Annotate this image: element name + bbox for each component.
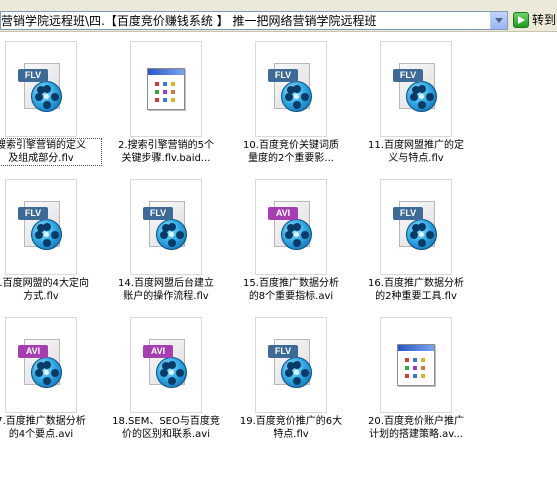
file-type-badge: FLV	[268, 69, 298, 82]
address-path: 营销学院远程班\四.【百度竞价赚钱系统 】 推一把网络营销学院远程班	[1, 14, 377, 28]
file-type-badge: AVI	[143, 345, 173, 358]
file-name-label[interactable]: 搜索引擎营销的定义 及组成部分.flv	[0, 138, 102, 166]
flv-video-file-icon: FLV	[143, 201, 189, 251]
flv-video-file-icon: FLV	[18, 201, 64, 251]
flv-video-file-icon: FLV	[393, 63, 439, 113]
file-type-badge: AVI	[18, 345, 48, 358]
file-name-line-2: 方式.flv	[23, 291, 59, 302]
file-thumbnail[interactable]: FLV	[5, 179, 77, 275]
file-name-line-2: 的8个重要指标.avi	[248, 291, 334, 302]
file-name-line-1: 7.百度推广数据分析	[0, 416, 86, 427]
file-name-line-2: 及组成部分.flv	[8, 153, 74, 164]
file-name-label[interactable]: 20.百度竞价账户推广 计划的搭建策略.av...	[356, 415, 476, 441]
file-name-line-2: 义与特点.flv	[388, 153, 444, 164]
file-thumbnail[interactable]: AVI	[255, 179, 327, 275]
file-name-line-1: 14.百度网盟后台建立	[118, 278, 214, 289]
file-item[interactable]: FLV 11.百度网盟推广的定 义与特点.flv	[356, 41, 481, 166]
file-name-line-2: 的4个要点.avi	[8, 429, 74, 440]
file-thumbnail[interactable]: FLV	[255, 41, 327, 137]
file-name-line-1: 18.SEM、SEO与百度竞	[112, 416, 220, 427]
file-name-line-1: 11.百度网盟推广的定	[368, 140, 464, 151]
file-type-badge: FLV	[268, 345, 298, 358]
go-button[interactable]: 转到	[511, 11, 557, 30]
file-name-label[interactable]: 3.百度网盟的4大定向方式.flv	[0, 277, 101, 303]
file-name-label[interactable]: 15.百度推广数据分析 的8个重要指标.avi	[231, 277, 351, 303]
file-name-line-2: 关键步骤.flv.baid...	[121, 153, 211, 164]
generic-file-icon	[393, 344, 439, 388]
flv-video-file-icon: FLV	[18, 63, 64, 113]
file-item[interactable]: AVI 7.百度推广数据分析 的4个要点.avi	[0, 317, 106, 442]
file-thumbnail[interactable]: FLV	[380, 41, 452, 137]
file-name-line-1: 10.百度竞价关键词质	[243, 140, 339, 151]
file-name-label[interactable]: 16.百度推广数据分析 的2种重要工具.flv	[356, 277, 476, 303]
file-name-line-1: 19.百度竞价推广的6大	[239, 416, 343, 427]
file-name-line-2: 价的区别和联系.avi	[121, 429, 210, 440]
file-item[interactable]: AVI 18.SEM、SEO与百度竞 价的区别和联系.avi	[106, 317, 231, 442]
file-name-line-2: 计划的搭建策略.av...	[369, 429, 463, 440]
file-thumbnail[interactable]: AVI	[5, 317, 77, 413]
file-name-line-1: 20.百度竞价账户推广	[368, 416, 464, 427]
file-name-label[interactable]: 18.SEM、SEO与百度竞 价的区别和联系.avi	[106, 415, 226, 441]
file-name-label[interactable]: 19.百度竞价推广的6大 特点.flv	[231, 415, 351, 441]
file-item[interactable]: FLV 3.百度网盟的4大定向方式.flv	[0, 179, 106, 304]
flv-video-file-icon: FLV	[268, 63, 314, 113]
file-type-badge: FLV	[393, 69, 423, 82]
file-name-line-2: 特点.flv	[273, 429, 309, 440]
file-thumbnail[interactable]: FLV	[380, 179, 452, 275]
go-arrow-icon	[513, 12, 529, 28]
file-type-badge: FLV	[18, 207, 48, 220]
file-name-label[interactable]: 7.百度推广数据分析 的4个要点.avi	[0, 415, 101, 441]
file-item[interactable]: AVI 15.百度推广数据分析 的8个重要指标.avi	[231, 179, 356, 304]
file-name-line-1: 16.百度推广数据分析	[368, 278, 464, 289]
file-name-line-1: 3.百度网盟的4大定向	[0, 278, 89, 289]
file-type-badge: FLV	[143, 207, 173, 220]
file-item[interactable]: FLV 19.百度竞价推广的6大 特点.flv	[231, 317, 356, 442]
file-name-line-2: 的2种重要工具.flv	[375, 291, 457, 302]
file-item[interactable]: FLV 16.百度推广数据分析 的2种重要工具.flv	[356, 179, 481, 304]
file-item[interactable]: 2.搜索引擎营销的5个 关键步骤.flv.baid...	[106, 41, 231, 166]
file-name-label[interactable]: 10.百度竞价关键词质 量度的2个重要影...	[231, 139, 351, 165]
file-thumbnail[interactable]	[130, 41, 202, 137]
file-thumbnail[interactable]: FLV	[130, 179, 202, 275]
address-field[interactable]: 营销学院远程班\四.【百度竞价赚钱系统 】 推一把网络营销学院远程班	[0, 11, 508, 30]
file-item[interactable]: FLV 搜索引擎营销的定义 及组成部分.flv	[0, 41, 106, 166]
file-name-line-2: 量度的2个重要影...	[248, 153, 334, 164]
file-thumbnail[interactable]: AVI	[130, 317, 202, 413]
file-item[interactable]: FLV 10.百度竞价关键词质 量度的2个重要影...	[231, 41, 356, 166]
go-label: 转到	[532, 13, 557, 27]
file-name-label[interactable]: 11.百度网盟推广的定 义与特点.flv	[356, 139, 476, 165]
chevron-down-icon[interactable]	[490, 12, 507, 29]
file-item[interactable]: 20.百度竞价账户推广 计划的搭建策略.av...	[356, 317, 481, 442]
file-name-label[interactable]: 2.搜索引擎营销的5个 关键步骤.flv.baid...	[106, 139, 226, 165]
file-name-line-2: 账户的操作流程.flv	[123, 291, 209, 302]
address-bar-row: 营销学院远程班\四.【百度竞价赚钱系统 】 推一把网络营销学院远程班 转到	[0, 0, 557, 32]
file-type-badge: FLV	[393, 207, 423, 220]
flv-video-file-icon: FLV	[393, 201, 439, 251]
flv-video-file-icon: FLV	[268, 339, 314, 389]
file-name-line-1: 搜索引擎营销的定义	[0, 140, 86, 151]
file-name-label[interactable]: 14.百度网盟后台建立 账户的操作流程.flv	[106, 277, 226, 303]
file-type-badge: AVI	[268, 207, 298, 220]
avi-video-file-icon: AVI	[143, 339, 189, 389]
file-item[interactable]: FLV 14.百度网盟后台建立 账户的操作流程.flv	[106, 179, 231, 304]
file-name-line-1: 15.百度推广数据分析	[243, 278, 339, 289]
file-type-badge: FLV	[18, 69, 48, 82]
file-thumbnail[interactable]: FLV	[255, 317, 327, 413]
avi-video-file-icon: AVI	[268, 201, 314, 251]
file-name-line-1: 2.搜索引擎营销的5个	[118, 140, 214, 151]
file-thumbnail[interactable]: FLV	[5, 41, 77, 137]
file-thumbnail[interactable]	[380, 317, 452, 413]
generic-file-icon	[143, 68, 189, 112]
avi-video-file-icon: AVI	[18, 339, 64, 389]
